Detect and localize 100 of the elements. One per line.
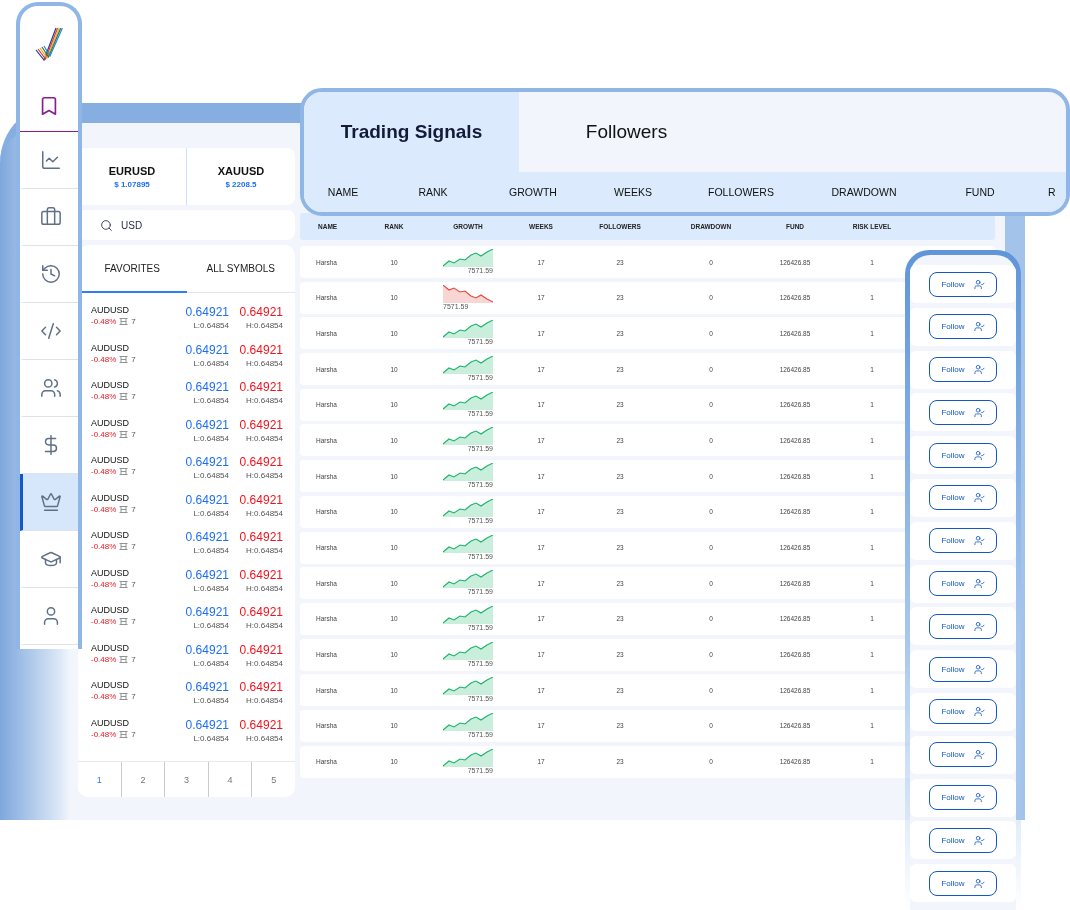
- follow-button[interactable]: Follow: [929, 442, 997, 468]
- spread-value: 7: [131, 692, 136, 701]
- ask-price: 0.64921: [239, 530, 283, 544]
- user-check-icon: [973, 406, 985, 418]
- spread-value: 7: [131, 504, 136, 514]
- low-price: L:0.64854: [193, 658, 229, 668]
- symbol-name: AUDUSD: [91, 492, 129, 503]
- quote-symbol: XAUUSD: [217, 164, 265, 177]
- bid-price: 0.64921: [185, 342, 229, 357]
- change-percent: -0.48%: [91, 467, 117, 476]
- rising-sparkline: [443, 498, 493, 517]
- high-price: H:0.64854: [246, 433, 283, 443]
- high-price: H:0.64854: [246, 396, 283, 405]
- page-link[interactable]: 2: [120, 762, 165, 797]
- column-header: GROWTH: [508, 186, 558, 198]
- rising-sparkline: [443, 249, 493, 267]
- rising-sparkline: [443, 427, 493, 446]
- follow-button[interactable]: Follow: [929, 699, 997, 725]
- symbol-name: AUDUSD: [91, 530, 129, 540]
- follow-button[interactable]: Follow: [929, 827, 997, 853]
- follow-button[interactable]: Follow: [929, 613, 997, 639]
- ask-price: 0.64921: [239, 717, 283, 732]
- high-price: H:0.64854: [246, 583, 283, 593]
- change-percent: -0.48%: [91, 729, 117, 739]
- user-check-icon: [973, 620, 985, 632]
- rising-sparkline: [443, 677, 493, 696]
- low-price: L:0.64854: [193, 471, 229, 480]
- column-header: DRAWDOWN: [830, 186, 898, 198]
- rising-sparkline: [443, 641, 493, 660]
- column-header: RANK: [417, 186, 449, 198]
- quote-symbol: EURUSD: [108, 164, 156, 177]
- spread-value: 7: [131, 617, 136, 626]
- change-percent: -0.48%: [91, 654, 117, 664]
- follow-button[interactable]: Follow: [929, 571, 997, 597]
- spread-icon: [119, 355, 129, 363]
- change-percent: -0.48%: [91, 579, 117, 589]
- change-percent: -0.48%: [91, 692, 117, 701]
- sidebar-item[interactable]: [20, 474, 78, 531]
- spread-value: 7: [131, 392, 136, 401]
- page-link[interactable]: 5: [251, 762, 295, 797]
- user-check-icon: [973, 792, 985, 804]
- follow-button[interactable]: Follow: [929, 271, 997, 297]
- rising-sparkline: [443, 605, 493, 624]
- follow-button[interactable]: Follow: [929, 742, 997, 768]
- signals-tab[interactable]: Trading Signals: [304, 92, 519, 172]
- quote-price: $ 1.07895: [114, 179, 150, 189]
- user-check-icon: [973, 877, 985, 889]
- change-percent: -0.48%: [91, 429, 117, 439]
- user-check-icon: [973, 364, 985, 376]
- high-price: H:0.64854: [246, 471, 283, 480]
- symbols-tab[interactable]: ALL SYMBOLS: [186, 245, 295, 293]
- low-price: L:0.64854: [193, 621, 229, 630]
- page-link[interactable]: 4: [207, 762, 252, 797]
- ask-price: 0.64921: [239, 455, 283, 469]
- spread-icon: [119, 655, 129, 663]
- user-check-icon: [973, 834, 985, 846]
- user-check-icon: [973, 449, 985, 461]
- ask-price: 0.64921: [239, 342, 283, 357]
- spread-icon: [119, 430, 129, 438]
- ask-price: 0.64921: [239, 567, 283, 582]
- symbol-name: AUDUSD: [91, 342, 129, 353]
- follow-button[interactable]: Follow: [929, 656, 997, 682]
- high-price: H:0.64854: [246, 358, 283, 368]
- rising-sparkline: [443, 534, 493, 553]
- rising-sparkline: [443, 570, 493, 589]
- symbol-name: AUDUSD: [91, 305, 129, 315]
- bid-price: 0.64921: [185, 605, 229, 619]
- follow-button[interactable]: Follow: [929, 357, 997, 383]
- low-price: L:0.64854: [193, 546, 229, 555]
- follow-button[interactable]: Follow: [929, 314, 997, 340]
- ask-price: 0.64921: [239, 417, 283, 432]
- follow-button[interactable]: Follow: [929, 485, 997, 511]
- low-price: L:0.64854: [193, 733, 229, 743]
- page-link[interactable]: 1: [78, 762, 121, 797]
- signals-tab[interactable]: Followers: [519, 92, 734, 172]
- user-check-icon: [973, 749, 985, 761]
- change-percent: -0.48%: [91, 354, 117, 364]
- search-icon: [100, 218, 113, 232]
- high-price: H:0.64854: [246, 621, 283, 630]
- spread-value: 7: [131, 429, 136, 439]
- follow-button[interactable]: Follow: [929, 528, 997, 554]
- high-price: H:0.64854: [246, 696, 283, 705]
- column-header: FUND: [964, 186, 996, 198]
- ask-price: 0.64921: [239, 605, 283, 619]
- column-header: WEEKS: [613, 186, 653, 198]
- low-price: L:0.64854: [193, 508, 229, 518]
- follow-button[interactable]: Follow: [929, 785, 997, 811]
- page-link[interactable]: 3: [164, 762, 208, 797]
- follow-button[interactable]: Follow: [929, 870, 997, 896]
- spread-icon: [119, 693, 129, 700]
- follow-button[interactable]: Follow: [929, 399, 997, 425]
- ask-price: 0.64921: [239, 642, 283, 657]
- spread-value: 7: [131, 467, 136, 476]
- low-price: L:0.64854: [193, 358, 229, 368]
- spread-icon: [119, 580, 129, 588]
- bid-price: 0.64921: [185, 567, 229, 582]
- spread-icon: [119, 393, 129, 400]
- user-check-icon: [973, 578, 985, 590]
- spread-icon: [119, 730, 129, 738]
- rising-sparkline: [443, 712, 493, 731]
